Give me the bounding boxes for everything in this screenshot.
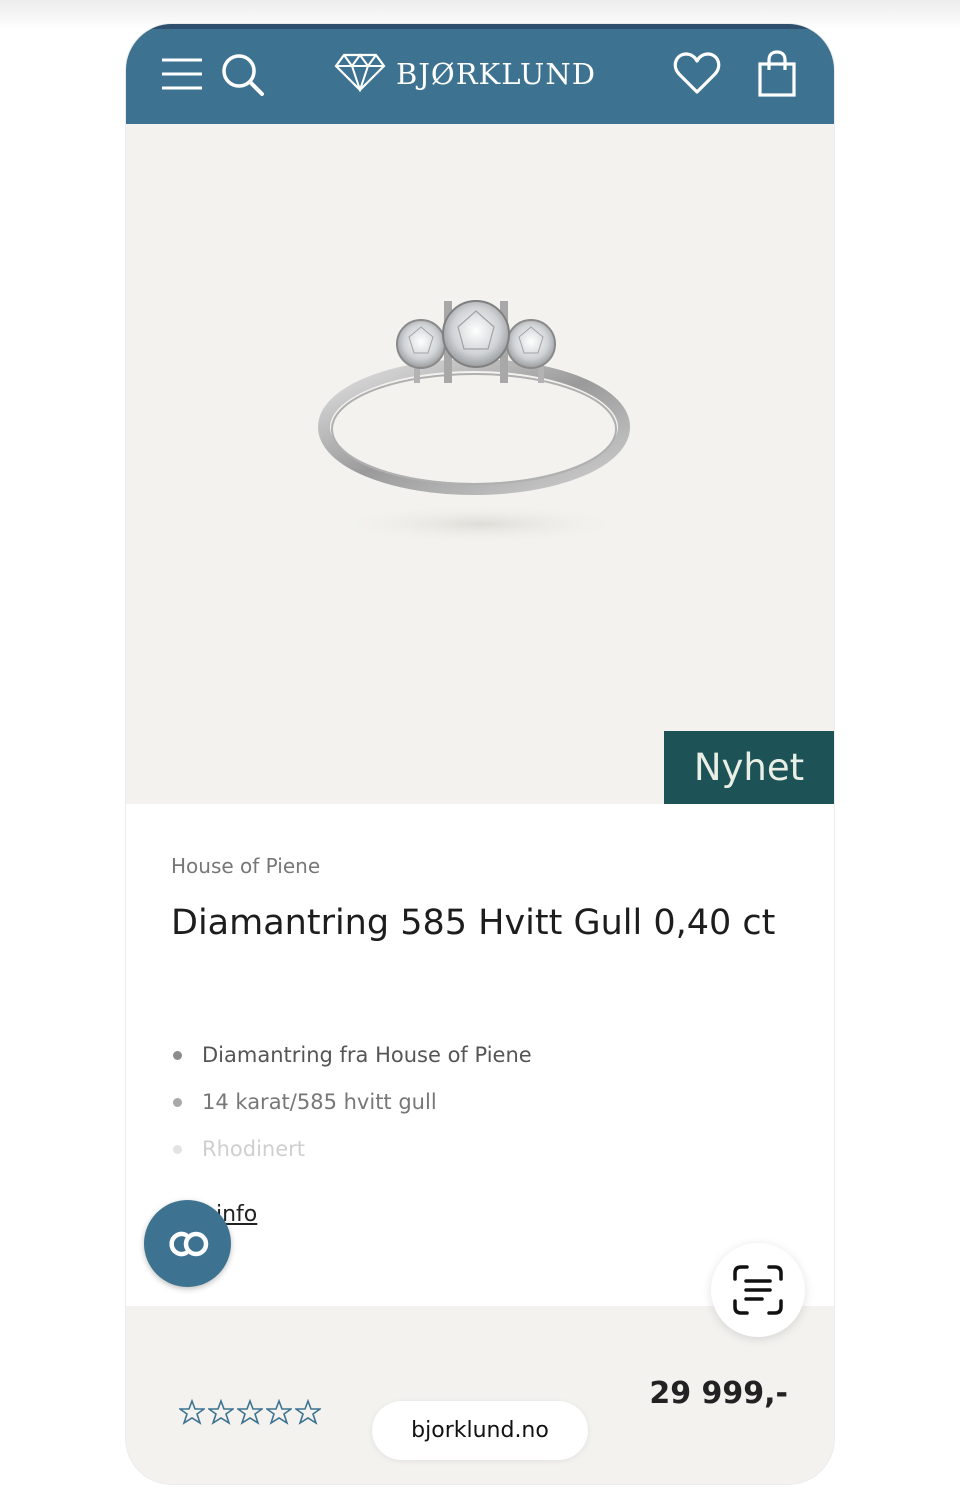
feature-item: 14 karat/585 hvitt gull (171, 1087, 771, 1134)
product-info: House of Piene Diamantring 585 Hvitt Gul… (126, 804, 834, 1306)
product-price: 29 999,- (649, 1376, 788, 1411)
url-bar[interactable]: bjorklund.no (372, 1401, 588, 1460)
co-chat-button[interactable] (144, 1200, 231, 1287)
header-top-line (126, 24, 834, 29)
star-icon (206, 1398, 236, 1429)
ring-image (318, 300, 631, 544)
rating-stars[interactable] (177, 1398, 323, 1429)
star-icon (235, 1398, 265, 1429)
purchase-bar: 29 999,- bjorklund.no (126, 1306, 834, 1484)
star-icon (264, 1398, 294, 1429)
phone-screen: BJØRKLUND Nyhet House of Piene Diamantri… (126, 24, 834, 1484)
feature-list: Diamantring fra House of Piene 14 karat/… (171, 1040, 771, 1181)
diamond-logo-icon (334, 52, 386, 96)
menu-icon[interactable] (158, 48, 206, 100)
feature-item: Diamantring fra House of Piene (171, 1040, 771, 1087)
product-image[interactable]: Nyhet (126, 124, 834, 804)
brand-logo[interactable]: BJØRKLUND (334, 52, 596, 96)
product-title: Diamantring 585 Hvitt Gull 0,40 ct (171, 903, 776, 943)
site-header: BJØRKLUND (126, 24, 834, 124)
co-logo-icon (168, 1231, 208, 1256)
new-badge: Nyhet (664, 731, 834, 804)
scan-text-button[interactable] (711, 1243, 805, 1337)
heart-icon[interactable] (673, 48, 721, 100)
star-icon (293, 1398, 323, 1429)
feature-item: Rhodinert (171, 1134, 771, 1181)
scan-text-icon (733, 1265, 783, 1315)
search-icon[interactable] (218, 48, 266, 100)
brand-name: BJØRKLUND (396, 57, 596, 91)
shopping-bag-icon[interactable] (753, 48, 801, 100)
star-icon (177, 1398, 207, 1429)
product-brand[interactable]: House of Piene (171, 854, 320, 878)
